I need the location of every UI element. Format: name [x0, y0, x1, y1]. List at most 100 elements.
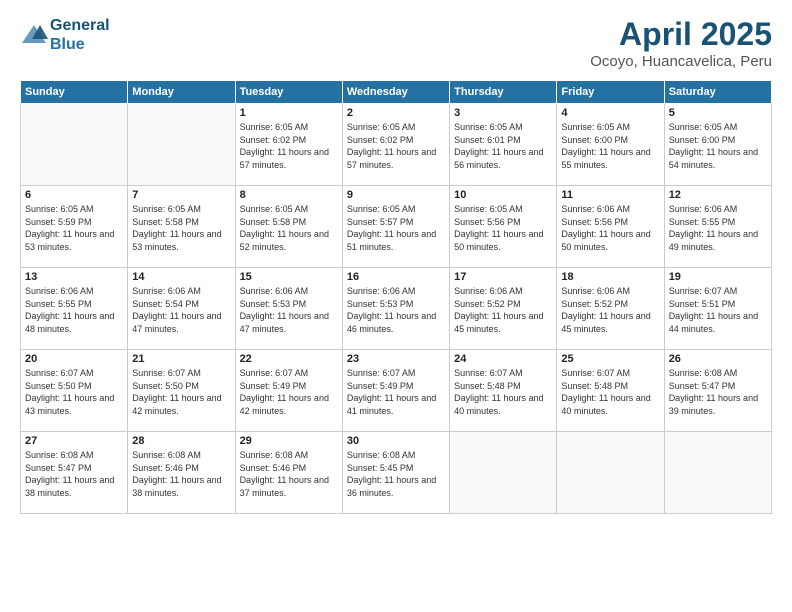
calendar-week-row: 13 Sunrise: 6:06 AM Sunset: 5:55 PM Dayli…	[21, 268, 772, 350]
calendar-cell: 25 Sunrise: 6:07 AM Sunset: 5:48 PM Dayli…	[557, 350, 664, 432]
calendar-cell: 30Sunrise: 6:08 AM Sunset: 5:45 PM Dayli…	[342, 432, 449, 514]
day-info: Sunrise: 6:08 AM Sunset: 5:46 PM Dayligh…	[240, 449, 338, 499]
logo-icon	[20, 21, 48, 49]
day-info: Sunrise: 6:08 AM Sunset: 5:46 PM Dayligh…	[132, 449, 230, 499]
calendar-cell: 14 Sunrise: 6:06 AM Sunset: 5:54 PM Dayli…	[128, 268, 235, 350]
day-number: 13	[25, 271, 123, 283]
day-number: 7	[132, 189, 230, 201]
calendar-cell: 3 Sunrise: 6:05 AM Sunset: 6:01 PM Daylig…	[450, 104, 557, 186]
weekday-header-monday: Monday	[128, 81, 235, 104]
day-info: Sunrise: 6:05 AM Sunset: 5:56 PM Dayligh…	[454, 203, 552, 253]
day-info: Sunrise: 6:07 AM Sunset: 5:51 PM Dayligh…	[669, 285, 767, 335]
day-info: Sunrise: 6:07 AM Sunset: 5:50 PM Dayligh…	[132, 367, 230, 417]
day-info: Sunrise: 6:05 AM Sunset: 6:00 PM Dayligh…	[669, 121, 767, 171]
day-number: 26	[669, 353, 767, 365]
day-number: 24	[454, 353, 552, 365]
day-info: Sunrise: 6:05 AM Sunset: 6:02 PM Dayligh…	[347, 121, 445, 171]
calendar-cell: 8 Sunrise: 6:05 AM Sunset: 5:58 PM Daylig…	[235, 186, 342, 268]
day-number: 3	[454, 107, 552, 119]
calendar-cell: 29 Sunrise: 6:08 AM Sunset: 5:46 PM Dayli…	[235, 432, 342, 514]
day-number: 14	[132, 271, 230, 283]
month-title: April 2025	[590, 16, 772, 53]
day-number: 12	[669, 189, 767, 201]
calendar-cell: 10 Sunrise: 6:05 AM Sunset: 5:56 PM Dayli…	[450, 186, 557, 268]
day-info: Sunrise: 6:05 AM Sunset: 5:59 PM Dayligh…	[25, 203, 123, 253]
day-number: 9	[347, 189, 445, 201]
calendar-cell: 19Sunrise: 6:07 AM Sunset: 5:51 PM Dayli…	[664, 268, 771, 350]
calendar-cell: 26Sunrise: 6:08 AM Sunset: 5:47 PM Dayli…	[664, 350, 771, 432]
day-number: 20	[25, 353, 123, 365]
day-info: Sunrise: 6:05 AM Sunset: 5:58 PM Dayligh…	[240, 203, 338, 253]
day-info: Sunrise: 6:07 AM Sunset: 5:50 PM Dayligh…	[25, 367, 123, 417]
calendar-cell: 15 Sunrise: 6:06 AM Sunset: 5:53 PM Dayli…	[235, 268, 342, 350]
calendar-cell: 23 Sunrise: 6:07 AM Sunset: 5:49 PM Dayli…	[342, 350, 449, 432]
calendar-cell: 6 Sunrise: 6:05 AM Sunset: 5:59 PM Daylig…	[21, 186, 128, 268]
header: General Blue April 2025 Ocoyo, Huancavel…	[20, 16, 772, 70]
day-info: Sunrise: 6:06 AM Sunset: 5:54 PM Dayligh…	[132, 285, 230, 335]
weekday-header-tuesday: Tuesday	[235, 81, 342, 104]
day-number: 5	[669, 107, 767, 119]
calendar-cell: 17 Sunrise: 6:06 AM Sunset: 5:52 PM Dayli…	[450, 268, 557, 350]
day-number: 2	[347, 107, 445, 119]
weekday-header-row: SundayMondayTuesdayWednesdayThursdayFrid…	[21, 81, 772, 104]
day-number: 4	[561, 107, 659, 119]
day-info: Sunrise: 6:05 AM Sunset: 5:58 PM Dayligh…	[132, 203, 230, 253]
page: General Blue April 2025 Ocoyo, Huancavel…	[0, 0, 792, 612]
calendar-cell	[664, 432, 771, 514]
location-title: Ocoyo, Huancavelica, Peru	[590, 53, 772, 70]
day-info: Sunrise: 6:06 AM Sunset: 5:53 PM Dayligh…	[347, 285, 445, 335]
calendar-cell: 20 Sunrise: 6:07 AM Sunset: 5:50 PM Dayli…	[21, 350, 128, 432]
day-number: 15	[240, 271, 338, 283]
day-number: 17	[454, 271, 552, 283]
day-info: Sunrise: 6:05 AM Sunset: 5:57 PM Dayligh…	[347, 203, 445, 253]
day-info: Sunrise: 6:07 AM Sunset: 5:49 PM Dayligh…	[240, 367, 338, 417]
day-number: 10	[454, 189, 552, 201]
calendar-cell: 21Sunrise: 6:07 AM Sunset: 5:50 PM Dayli…	[128, 350, 235, 432]
calendar-cell: 13 Sunrise: 6:06 AM Sunset: 5:55 PM Dayli…	[21, 268, 128, 350]
calendar-week-row: 6 Sunrise: 6:05 AM Sunset: 5:59 PM Daylig…	[21, 186, 772, 268]
day-number: 18	[561, 271, 659, 283]
day-info: Sunrise: 6:07 AM Sunset: 5:49 PM Dayligh…	[347, 367, 445, 417]
day-number: 28	[132, 435, 230, 447]
day-info: Sunrise: 6:07 AM Sunset: 5:48 PM Dayligh…	[561, 367, 659, 417]
calendar-cell: 11 Sunrise: 6:06 AM Sunset: 5:56 PM Dayli…	[557, 186, 664, 268]
calendar-cell: 28 Sunrise: 6:08 AM Sunset: 5:46 PM Dayli…	[128, 432, 235, 514]
weekday-header-friday: Friday	[557, 81, 664, 104]
day-info: Sunrise: 6:05 AM Sunset: 6:02 PM Dayligh…	[240, 121, 338, 171]
day-number: 11	[561, 189, 659, 201]
calendar-cell: 22 Sunrise: 6:07 AM Sunset: 5:49 PM Dayli…	[235, 350, 342, 432]
calendar-cell: 9 Sunrise: 6:05 AM Sunset: 5:57 PM Daylig…	[342, 186, 449, 268]
logo-text: General Blue	[50, 16, 110, 54]
calendar-week-row: 20 Sunrise: 6:07 AM Sunset: 5:50 PM Dayli…	[21, 350, 772, 432]
day-info: Sunrise: 6:06 AM Sunset: 5:52 PM Dayligh…	[454, 285, 552, 335]
calendar-cell: 7 Sunrise: 6:05 AM Sunset: 5:58 PM Daylig…	[128, 186, 235, 268]
title-block: April 2025 Ocoyo, Huancavelica, Peru	[590, 16, 772, 70]
weekday-header-thursday: Thursday	[450, 81, 557, 104]
calendar-cell	[450, 432, 557, 514]
logo: General Blue	[20, 16, 110, 54]
day-number: 1	[240, 107, 338, 119]
calendar-cell: 12 Sunrise: 6:06 AM Sunset: 5:55 PM Dayli…	[664, 186, 771, 268]
day-info: Sunrise: 6:06 AM Sunset: 5:56 PM Dayligh…	[561, 203, 659, 253]
calendar-cell: 4Sunrise: 6:05 AM Sunset: 6:00 PM Daylig…	[557, 104, 664, 186]
day-info: Sunrise: 6:06 AM Sunset: 5:55 PM Dayligh…	[25, 285, 123, 335]
day-info: Sunrise: 6:06 AM Sunset: 5:53 PM Dayligh…	[240, 285, 338, 335]
day-info: Sunrise: 6:08 AM Sunset: 5:47 PM Dayligh…	[25, 449, 123, 499]
calendar-cell: 16Sunrise: 6:06 AM Sunset: 5:53 PM Dayli…	[342, 268, 449, 350]
day-info: Sunrise: 6:05 AM Sunset: 6:01 PM Dayligh…	[454, 121, 552, 171]
day-info: Sunrise: 6:08 AM Sunset: 5:45 PM Dayligh…	[347, 449, 445, 499]
day-number: 22	[240, 353, 338, 365]
calendar-cell: 1 Sunrise: 6:05 AM Sunset: 6:02 PM Daylig…	[235, 104, 342, 186]
day-number: 23	[347, 353, 445, 365]
calendar-week-row: 1 Sunrise: 6:05 AM Sunset: 6:02 PM Daylig…	[21, 104, 772, 186]
day-info: Sunrise: 6:06 AM Sunset: 5:55 PM Dayligh…	[669, 203, 767, 253]
day-number: 25	[561, 353, 659, 365]
weekday-header-sunday: Sunday	[21, 81, 128, 104]
day-number: 29	[240, 435, 338, 447]
day-number: 27	[25, 435, 123, 447]
calendar-cell	[557, 432, 664, 514]
day-number: 6	[25, 189, 123, 201]
calendar-cell	[21, 104, 128, 186]
day-info: Sunrise: 6:07 AM Sunset: 5:48 PM Dayligh…	[454, 367, 552, 417]
day-number: 8	[240, 189, 338, 201]
